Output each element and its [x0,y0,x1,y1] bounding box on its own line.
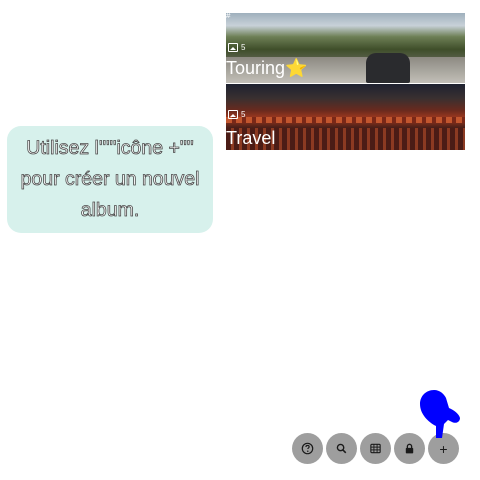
photo-icon [228,43,238,52]
album-tag: # [226,13,231,20]
album-photo-count: 5 [228,43,245,52]
album-title: Travel [226,128,276,148]
search-button[interactable] [326,433,357,464]
photo-icon [228,110,238,119]
hand-pointer-icon [420,390,460,438]
lock-icon [405,443,414,454]
album-photo-count: 5 [228,110,245,119]
help-button[interactable] [292,433,323,464]
album-count-label: 5 [241,43,246,52]
create-album-hint: Utilisez l'""icône +"" pour créer un nou… [7,126,213,233]
question-circle-icon [301,442,314,455]
album-count-label: 5 [241,110,246,119]
grid-view-button[interactable] [360,433,391,464]
album-title: Touring⭐ [226,58,308,78]
album-card-touring[interactable]: # 5 Touring⭐ [226,13,465,83]
album-card-travel[interactable]: 5 Travel [226,84,465,150]
search-icon [336,443,347,454]
grid-icon [370,443,381,454]
